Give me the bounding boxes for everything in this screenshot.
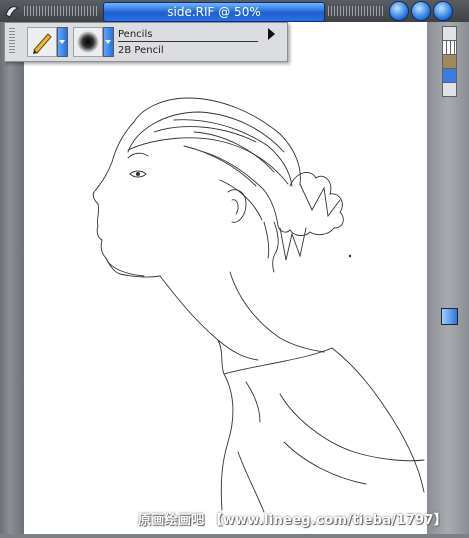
scrollbar-thumb[interactable] [441,308,458,325]
pencil-icon [33,33,52,54]
brush-variant[interactable]: 2B Pencil [118,45,258,56]
close-button[interactable] [433,1,453,21]
up-arrow-icon[interactable] [442,82,457,97]
grid-icon[interactable] [442,40,457,55]
left-frame [0,22,24,534]
property-bar: Pencils 2B Pencil [4,22,288,62]
watermark-text: 原画绘画吧 【www.lineeg.com/tieba/1797】 [138,513,448,528]
drawing-canvas[interactable] [24,22,427,534]
property-bar-grip[interactable] [9,28,15,54]
brush-menu-arrow-icon[interactable] [268,28,275,40]
title-grip-right [328,6,384,16]
brush-dab-icon [77,31,99,53]
app-logo-icon[interactable] [4,3,20,19]
brush-category[interactable]: Pencils [118,29,258,42]
panel-icon-1[interactable] [442,26,457,41]
title-bar: side.RIF @ 50% [0,0,469,22]
right-toolbar [427,22,469,534]
image-icon[interactable] [442,54,457,69]
star-icon[interactable] [442,68,457,83]
dab-tool-box[interactable] [73,27,103,57]
pencil-tool-box[interactable] [27,27,57,57]
minimize-button[interactable] [389,1,409,21]
tool-dropdown-button[interactable] [57,27,68,57]
sketch-drawing [92,97,425,513]
dab-dropdown-button[interactable] [103,27,114,57]
window-title: side.RIF @ 50% [103,2,325,22]
maximize-button[interactable] [411,1,431,21]
title-grip [24,6,98,16]
